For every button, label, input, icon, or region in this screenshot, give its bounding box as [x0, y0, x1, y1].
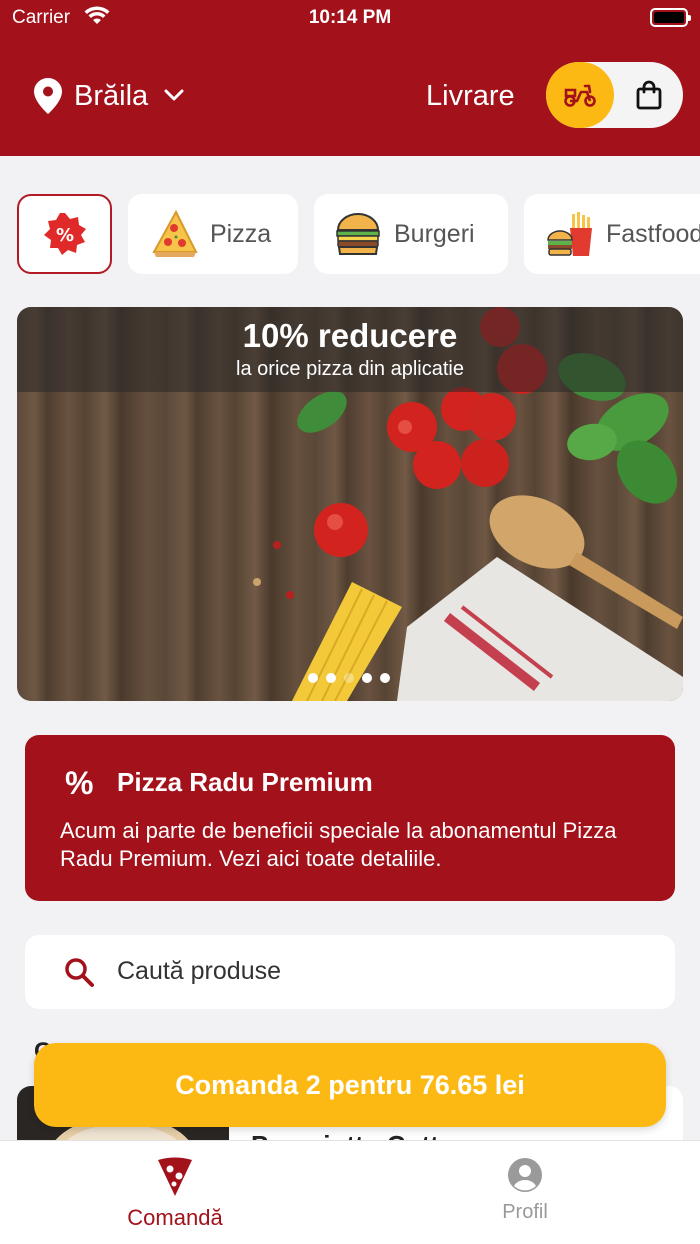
promo-banner[interactable]: 10% reducere la orice pizza din aplicati…	[17, 307, 683, 701]
location-selector[interactable]: Brăila	[34, 76, 184, 116]
category-label: Burgeri	[394, 219, 475, 248]
pizza-slice-icon	[152, 210, 198, 257]
discount-badge-icon: %	[43, 213, 86, 255]
delivery-mode-label: Livrare	[426, 80, 515, 112]
status-bar: Carrier 10:14 PM	[0, 0, 700, 36]
city-label: Brăila	[74, 79, 149, 112]
header: Carrier 10:14 PM Brăila Livrare	[0, 0, 700, 156]
search-field[interactable]: Caută produse	[25, 935, 675, 1009]
burger-icon	[336, 213, 380, 255]
location-pin-icon	[34, 78, 62, 114]
banner-title: 10% reducere	[242, 317, 458, 354]
fastfood-icon	[547, 212, 592, 256]
carousel-dot[interactable]	[326, 673, 336, 683]
category-label: Fastfood	[606, 219, 700, 248]
category-burgeri[interactable]: Burgeri	[314, 194, 508, 274]
carousel-dot[interactable]	[344, 673, 354, 683]
tab-profil[interactable]: Profil	[425, 1157, 625, 1224]
category-promotions[interactable]: %	[17, 194, 112, 274]
user-circle-icon	[508, 1158, 542, 1192]
category-label: Pizza	[210, 219, 272, 248]
carousel-dot[interactable]	[362, 673, 372, 683]
category-pizza[interactable]: Pizza	[128, 194, 298, 274]
tab-bar: Comandă Profil	[0, 1140, 700, 1244]
svg-text:%: %	[55, 225, 73, 246]
clock: 10:14 PM	[308, 7, 392, 28]
order-summary-button[interactable]: Comanda 2 pentru 76.65 lei	[34, 1043, 666, 1127]
carousel-dots	[308, 673, 390, 683]
premium-description: Acum ai parte de beneficii speciale la a…	[60, 818, 617, 871]
tab-comanda[interactable]: Comandă	[75, 1157, 275, 1231]
percent-icon: %	[65, 765, 94, 801]
banner-subtitle: la orice pizza din aplicatie	[236, 358, 464, 380]
scooter-icon	[564, 84, 596, 107]
search-placeholder: Caută produse	[117, 957, 282, 985]
delivery-option[interactable]	[546, 62, 614, 128]
battery-icon	[650, 8, 691, 27]
search-icon	[65, 958, 94, 987]
carousel-dot[interactable]	[380, 673, 390, 683]
carousel-dot[interactable]	[308, 673, 318, 683]
category-fastfood[interactable]: Fastfood	[524, 194, 700, 274]
chevron-down-icon	[164, 89, 184, 101]
shopping-bag-icon[interactable]	[635, 80, 663, 110]
tab-label: Profil	[502, 1201, 548, 1223]
premium-title: Pizza Radu Premium	[117, 767, 373, 797]
delivery-mode-toggle[interactable]	[546, 62, 683, 128]
tab-label: Comandă	[127, 1205, 223, 1230]
premium-card[interactable]: % Pizza Radu Premium Acum ai parte de be…	[25, 735, 675, 901]
pizza-slice-icon	[158, 1157, 192, 1196]
